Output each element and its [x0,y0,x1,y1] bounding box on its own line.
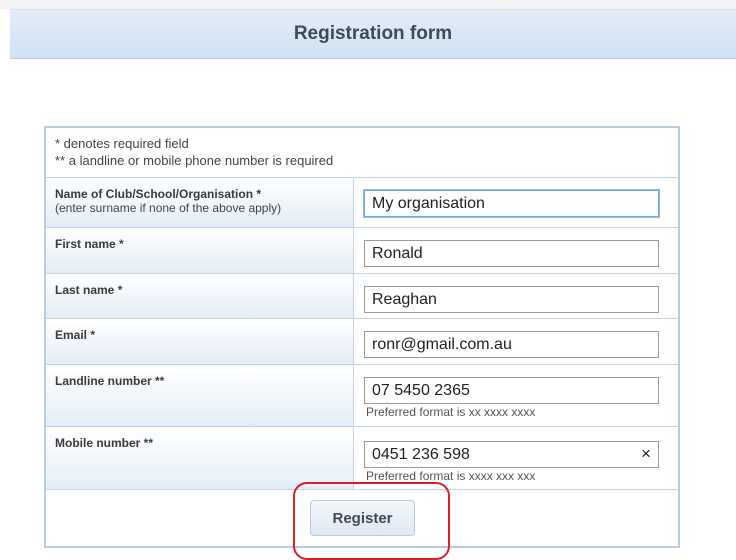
landline-label: Landline number ** [55,374,165,388]
label-cell: Landline number ** [46,365,354,426]
organisation-field[interactable] [364,190,659,217]
top-strip [0,0,736,9]
email-field[interactable] [364,331,659,358]
mobile-label: Mobile number ** [55,436,154,450]
page-header: Registration form [10,9,736,59]
register-button[interactable]: Register [310,500,415,536]
organisation-sublabel: (enter surname if none of the above appl… [55,201,282,215]
form-notes: * denotes required field ** a landline o… [46,128,678,178]
mobile-field[interactable] [364,441,659,468]
form-row-email: Email * [46,319,678,365]
label-cell: First name * [46,228,354,273]
first-name-field[interactable] [364,240,659,267]
registration-form: * denotes required field ** a landline o… [44,126,680,548]
clear-icon[interactable]: × [641,444,651,464]
form-row-organisation: Name of Club/School/Organisation * (ente… [46,178,678,228]
form-row-landline: Landline number ** Preferred format is x… [46,365,678,427]
label-cell: Name of Club/School/Organisation * (ente… [46,178,354,227]
required-note: * denotes required field [55,136,189,151]
phone-note: ** a landline or mobile phone number is … [55,153,334,168]
email-label: Email * [55,328,96,342]
label-cell: Email * [46,319,354,364]
landline-hint: Preferred format is xx xxxx xxxx [366,405,536,419]
landline-field[interactable] [364,377,659,404]
label-cell: Last name * [46,274,354,318]
last-name-label: Last name * [55,283,123,297]
first-name-label: First name * [55,237,124,251]
page-title: Registration form [293,23,453,44]
form-row-last-name: Last name * [46,274,678,319]
organisation-label: Name of Club/School/Organisation * [55,187,262,201]
form-row-mobile: Mobile number ** × Preferred format is x… [46,427,678,490]
last-name-field[interactable] [364,286,659,313]
form-row-first-name: First name * [46,228,678,274]
label-cell: Mobile number ** [46,427,354,489]
mobile-hint: Preferred format is xxxx xxx xxx [366,469,536,483]
